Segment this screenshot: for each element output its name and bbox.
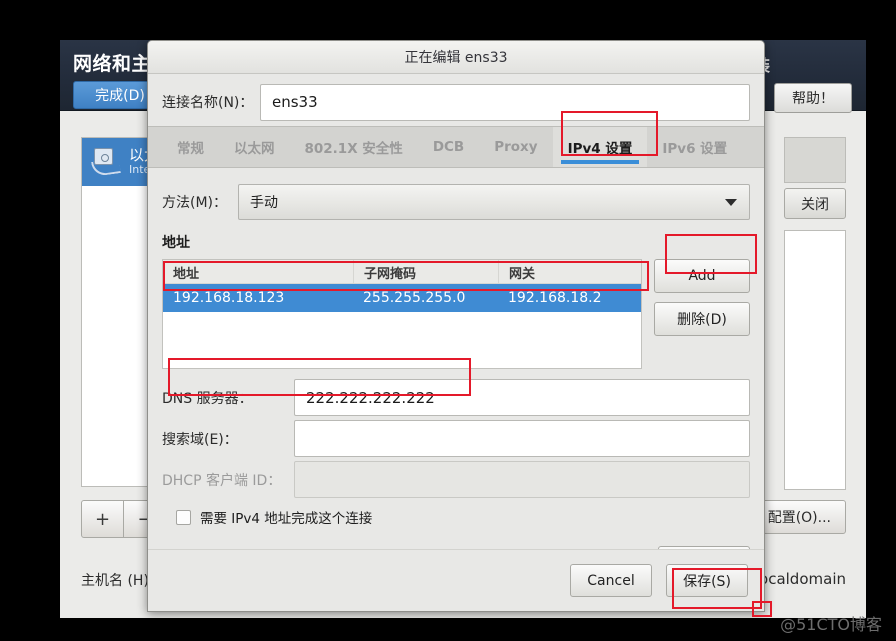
dhcp-client-id-label: DHCP 客户端 ID：	[162, 472, 282, 489]
method-select[interactable]: 手动	[238, 184, 750, 220]
require-ipv4-row[interactable]: 需要 IPv4 地址完成这个连接	[162, 500, 750, 534]
connection-name-input[interactable]: ens33	[260, 83, 750, 121]
close-button[interactable]: 关闭	[784, 188, 846, 219]
delete-address-button[interactable]: 删除(D)	[654, 302, 750, 336]
column-header-netmask: 子网掩码	[353, 260, 498, 283]
search-domains-input[interactable]	[294, 420, 750, 457]
watermark: @51CTO博客	[780, 615, 882, 634]
dialog-title: 正在编辑 ens33	[404, 50, 508, 66]
column-header-gateway: 网关	[498, 260, 641, 283]
addresses-section-title: 地址	[162, 235, 190, 251]
chevron-down-icon	[725, 199, 737, 206]
connection-name-row: 连接名称(N)： ens33	[162, 74, 750, 126]
cell-gateway: 192.168.18.2	[508, 290, 602, 306]
dhcp-client-id-row: DHCP 客户端 ID：	[162, 459, 750, 500]
cell-address: 192.168.18.123	[173, 290, 285, 306]
connection-name-label: 连接名称(N)：	[162, 95, 254, 111]
addresses-area: 地址 子网掩码 网关 192.168.18.123 255.255.255.0 …	[162, 259, 750, 369]
tab-8021x-security[interactable]: 802.1X 安全性	[290, 127, 418, 167]
tab-ipv4-settings[interactable]: IPv4 设置	[552, 127, 648, 167]
hostname-label: 主机名 (H)	[81, 573, 149, 589]
dialog-body: 连接名称(N)： ens33 常规 以太网 802.1X 安全性 DCB Pro…	[148, 74, 764, 168]
add-device-button[interactable]: +	[81, 500, 124, 538]
detail-panel-header	[784, 137, 846, 183]
table-header: 地址 子网掩码 网关	[163, 260, 641, 284]
search-domains-row: 搜索域(E)：	[162, 418, 750, 459]
addresses-table[interactable]: 地址 子网掩码 网关 192.168.18.123 255.255.255.0 …	[162, 259, 642, 369]
tab-ipv6-settings[interactable]: IPv6 设置	[647, 127, 742, 167]
cell-netmask: 255.255.255.0	[363, 290, 466, 306]
tab-general[interactable]: 常规	[162, 127, 219, 167]
tab-dcb[interactable]: DCB	[418, 127, 479, 167]
save-button[interactable]: 保存(S)	[666, 564, 748, 597]
search-domains-label: 搜索域(E)：	[162, 431, 238, 448]
tab-ethernet[interactable]: 以太网	[219, 127, 290, 167]
dhcp-client-id-input	[294, 461, 750, 498]
address-buttons: Add 删除(D)	[654, 259, 750, 369]
method-label: 方法(M)：	[162, 195, 228, 211]
ipv4-settings-panel: 方法(M)： 手动 地址 地址 子网掩码 网关 192.168.18.123 2…	[148, 178, 764, 580]
tab-proxy[interactable]: Proxy	[479, 127, 552, 167]
ethernet-icon	[90, 147, 122, 177]
dns-servers-row: DNS 服务器： 222.222.222.222	[162, 377, 750, 418]
edit-connection-dialog: 正在编辑 ens33 连接名称(N)： ens33 常规 以太网 802.1X …	[147, 40, 765, 612]
method-value: 手动	[250, 195, 278, 211]
dns-servers-label: DNS 服务器：	[162, 390, 253, 407]
help-button[interactable]: 帮助！	[774, 83, 852, 113]
dialog-footer: Cancel 保存(S)	[148, 549, 764, 611]
cancel-button[interactable]: Cancel	[570, 564, 652, 597]
dns-servers-input[interactable]: 222.222.222.222	[294, 379, 750, 416]
dialog-titlebar: 正在编辑 ens33	[148, 41, 764, 74]
add-address-button[interactable]: Add	[654, 259, 750, 293]
column-header-address: 地址	[173, 267, 200, 282]
screen: 网络和主机名 装 完成(D) 帮助！ 以太 Intel + − 关闭	[0, 0, 896, 641]
tab-bar: 常规 以太网 802.1X 安全性 DCB Proxy IPv4 设置 IPv6…	[148, 126, 764, 168]
require-ipv4-label: 需要 IPv4 地址完成这个连接	[200, 511, 373, 527]
detail-panel-body	[784, 230, 846, 490]
require-ipv4-checkbox[interactable]	[176, 509, 191, 525]
table-row[interactable]: 192.168.18.123 255.255.255.0 192.168.18.…	[163, 284, 641, 312]
configure-button[interactable]: 配置(O)...	[752, 500, 846, 534]
method-row: 方法(M)： 手动	[162, 178, 750, 226]
